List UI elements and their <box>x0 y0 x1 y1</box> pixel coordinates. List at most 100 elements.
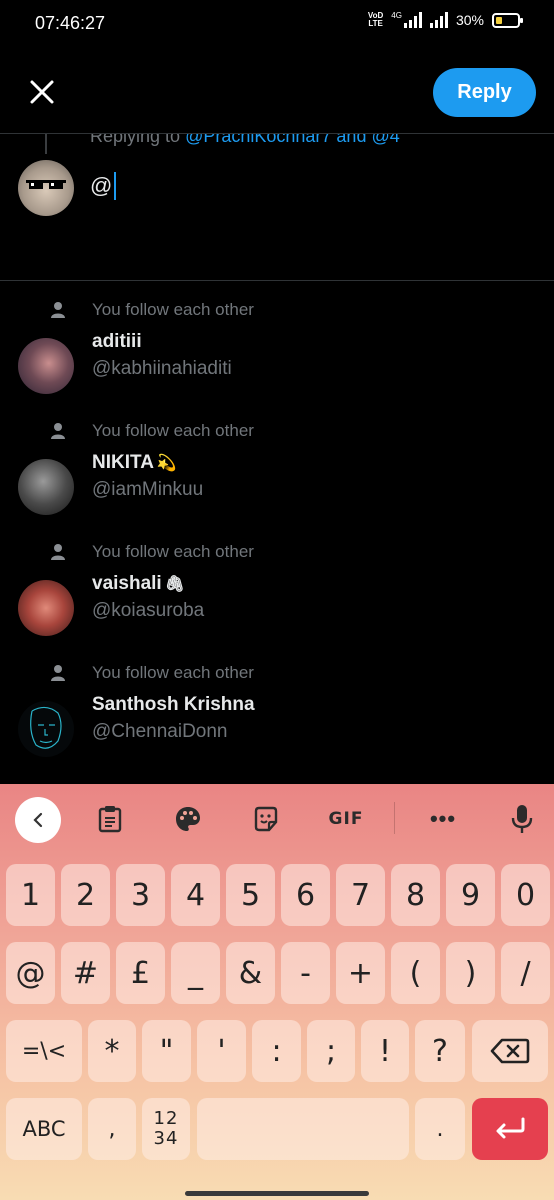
keyboard-back-button[interactable] <box>15 797 61 843</box>
suggestion-name: NIKITA 💫 <box>92 452 177 474</box>
row3-key[interactable]: ! <box>361 1020 409 1082</box>
numpad-key[interactable]: 12 34 <box>142 1098 190 1160</box>
signal-icon-1 <box>403 12 422 28</box>
row2-key[interactable]: £ <box>116 942 165 1004</box>
avatar <box>18 459 74 515</box>
row1-key[interactable]: 9 <box>446 864 495 926</box>
row3-key[interactable]: ? <box>415 1020 465 1082</box>
clipboard-button[interactable] <box>93 802 127 836</box>
pixel-glasses <box>26 180 66 189</box>
backspace-key[interactable] <box>472 1020 548 1082</box>
more-button[interactable]: ••• <box>426 802 460 836</box>
row1-key[interactable]: 7 <box>336 864 385 926</box>
status-time: 07:46:27 <box>35 13 106 33</box>
suggestion-handle: @kabhiinahiaditi <box>92 358 232 379</box>
follow-context: You follow each other <box>50 663 254 683</box>
row1-key[interactable]: 8 <box>391 864 440 926</box>
toolbar-separator <box>394 802 395 834</box>
row3-key[interactable]: * <box>88 1020 136 1082</box>
mention-suggestion[interactable]: You follow each other Santhosh Krishna @… <box>0 663 554 773</box>
line-art-face <box>30 706 62 749</box>
mention-suggestion[interactable]: You follow each other NIKITA 💫 @iamMinkuu <box>0 421 554 531</box>
compose-input-text: @ <box>90 173 113 198</box>
status-bar: 07:46:27 VoD LTE 4G 30% <box>0 0 554 48</box>
person-icon <box>51 665 65 681</box>
row1-key[interactable]: 3 <box>116 864 165 926</box>
row1-key[interactable]: 6 <box>281 864 330 926</box>
clipboard-icon <box>98 806 122 833</box>
row2-key[interactable]: _ <box>171 942 220 1004</box>
row2-key[interactable]: & <box>226 942 275 1004</box>
name-emoji: 💫 <box>156 455 177 472</box>
row3-key[interactable]: =\< <box>6 1020 82 1082</box>
volte-icon: VoD LTE <box>368 12 383 28</box>
suggestion-handle: @iamMinkuu <box>92 479 204 500</box>
theme-button[interactable] <box>171 802 205 836</box>
row2-key[interactable]: # <box>61 942 110 1004</box>
voice-input-button[interactable] <box>505 802 539 836</box>
battery-level <box>496 16 502 24</box>
numpad-key-bottom: 34 <box>153 1128 179 1149</box>
microphone-icon <box>511 805 533 833</box>
row2-key[interactable]: @ <box>6 942 55 1004</box>
period-key[interactable]: . <box>415 1098 465 1160</box>
abc-key[interactable]: ABC <box>6 1098 82 1160</box>
person-icon <box>51 302 65 318</box>
status-icons: VoD LTE 4G 30% <box>368 10 523 28</box>
row2-key[interactable]: + <box>336 942 385 1004</box>
row3-key[interactable]: ' <box>197 1020 246 1082</box>
backspace-icon <box>490 1038 530 1064</box>
row2-key[interactable]: - <box>281 942 330 1004</box>
enter-icon <box>496 1117 525 1139</box>
sticker-button[interactable] <box>249 802 283 836</box>
name-text: NIKITA <box>92 452 154 473</box>
keyboard: GIF ••• ABC , 12 34 . 1 2 3 4 5 6 7 8 9 0 @ # £ _ & - +(… <box>0 784 554 1200</box>
row1-key[interactable]: 0 <box>501 864 550 926</box>
row3-key[interactable]: " <box>142 1020 191 1082</box>
avatar <box>18 338 74 394</box>
enter-key[interactable] <box>472 1098 548 1160</box>
replying-to[interactable]: Replying to @PrachiKochhar7 and @4 <box>90 126 400 147</box>
space-key[interactable] <box>197 1098 409 1160</box>
row2-key[interactable]: ) <box>446 942 495 1004</box>
suggestion-name: aditiii <box>92 331 142 353</box>
home-indicator[interactable] <box>185 1191 369 1196</box>
mention-suggestion[interactable]: You follow each other aditiii @kabhiinah… <box>0 300 554 410</box>
volte-bottom: LTE <box>368 19 383 28</box>
suggestion-name: Santhosh Krishna <box>92 694 255 716</box>
row3-key[interactable]: ; <box>307 1020 355 1082</box>
row2-key[interactable]: / <box>501 942 550 1004</box>
palette-icon <box>176 807 200 831</box>
person-icon <box>51 423 65 439</box>
battery-percent: 30% <box>455 12 484 28</box>
avatar <box>18 701 74 757</box>
keyboard-toolbar: GIF ••• <box>0 784 554 854</box>
compose-input[interactable]: @ <box>90 172 117 200</box>
follow-context-text: You follow each other <box>92 300 254 319</box>
row3-key[interactable]: : <box>252 1020 301 1082</box>
mention-suggestion[interactable]: You follow each other vaishali 🖇 @koiasur… <box>0 542 554 652</box>
reply-button[interactable]: Reply <box>433 68 536 117</box>
compose-divider <box>0 280 554 281</box>
network-type: 4G <box>391 10 402 20</box>
replying-mention-1: @PrachiKochhar7 <box>185 126 332 146</box>
row1-key[interactable]: 5 <box>226 864 275 926</box>
replying-and: and <box>331 126 372 146</box>
close-icon <box>30 80 54 104</box>
thread-line <box>45 134 47 154</box>
gif-button[interactable]: GIF <box>324 802 368 836</box>
follow-context-text: You follow each other <box>92 542 254 561</box>
comma-key[interactable]: , <box>88 1098 136 1160</box>
numpad-key-top: 12 <box>153 1108 179 1129</box>
replying-mention-2: @4 <box>371 126 400 146</box>
row2-key[interactable]: ( <box>391 942 440 1004</box>
battery-icon <box>492 12 523 28</box>
close-button[interactable] <box>22 72 62 112</box>
follow-context: You follow each other <box>50 421 254 441</box>
row1-key[interactable]: 1 <box>6 864 55 926</box>
row1-key[interactable]: 4 <box>171 864 220 926</box>
follow-context-text: You follow each other <box>92 663 254 682</box>
name-text: aditiii <box>92 331 142 352</box>
text-caret <box>114 172 117 200</box>
row1-key[interactable]: 2 <box>61 864 110 926</box>
